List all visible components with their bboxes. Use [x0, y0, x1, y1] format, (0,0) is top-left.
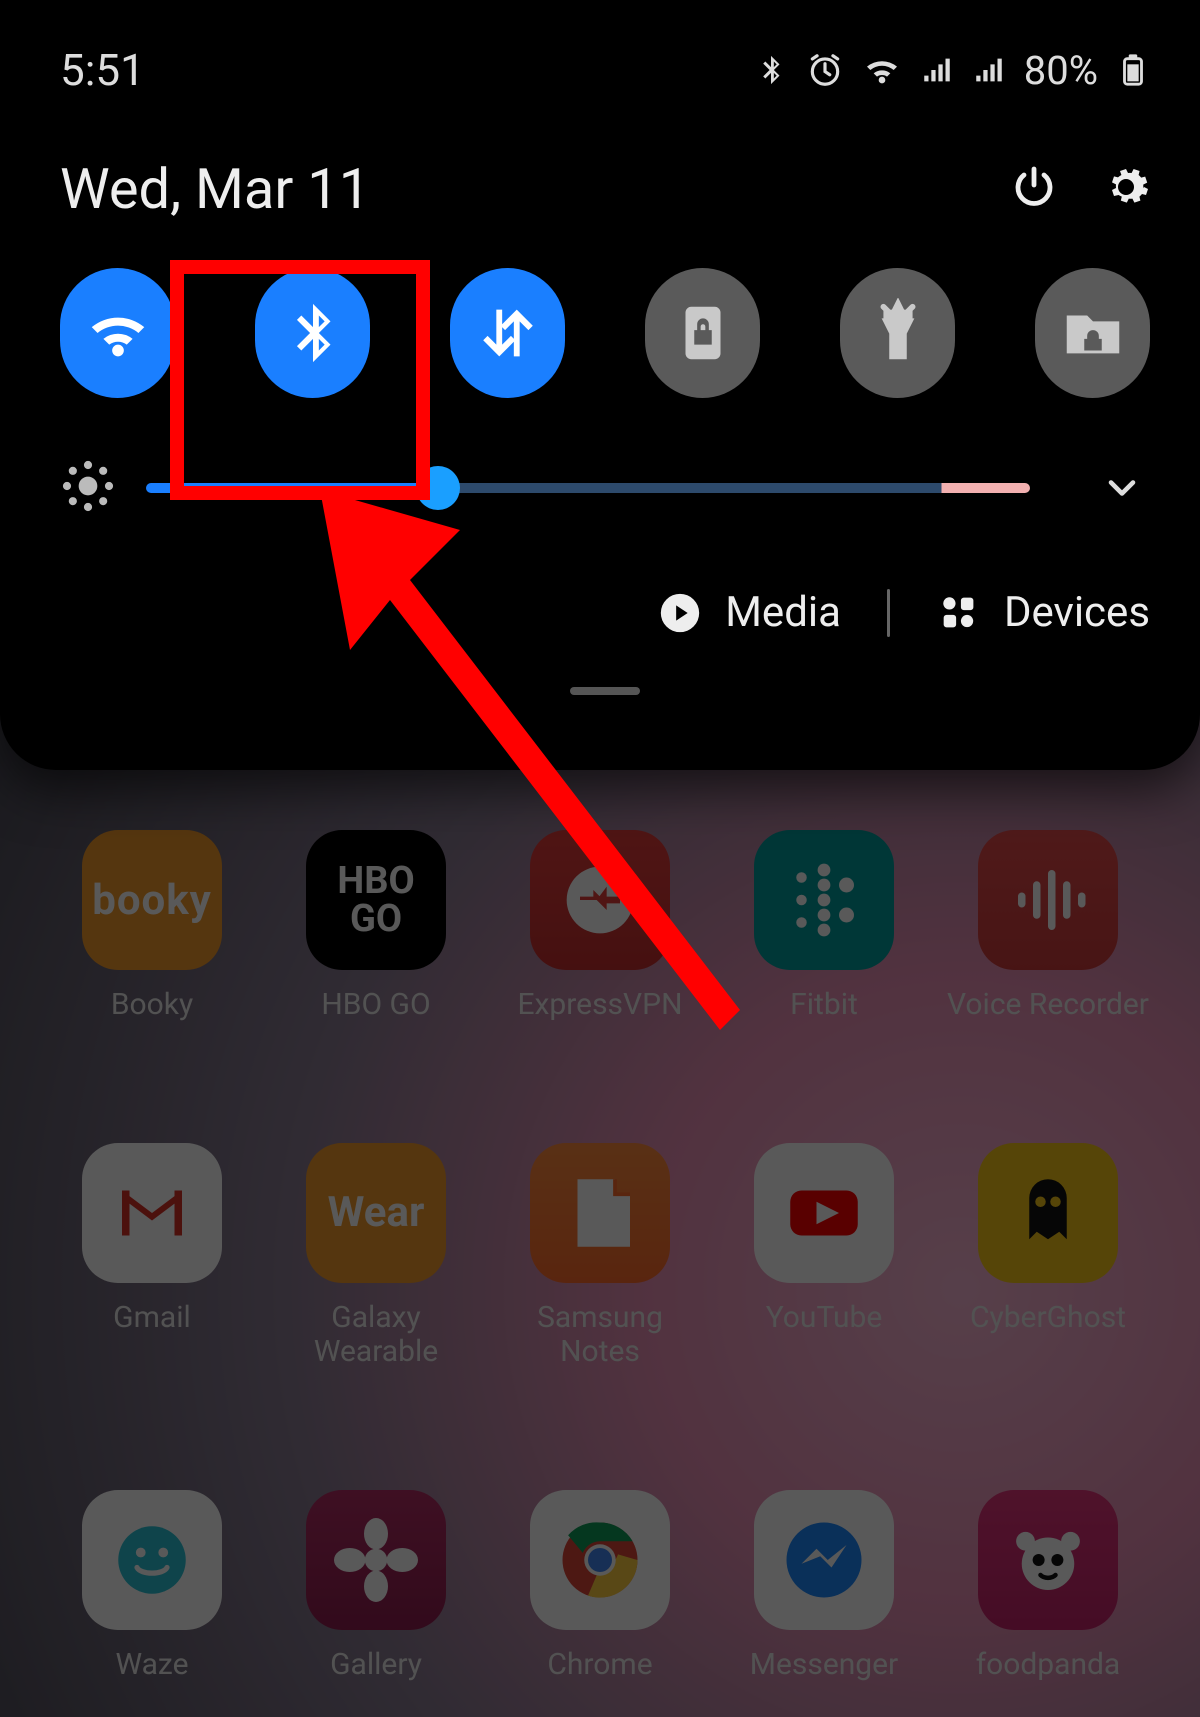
app-label: HBO GO: [321, 988, 430, 1023]
media-label: Media: [725, 588, 841, 637]
app-label: CyberGhost: [970, 1301, 1126, 1336]
app-label: Chrome: [547, 1648, 652, 1683]
booky-icon: booky: [82, 830, 222, 970]
app-label: Gallery: [330, 1648, 422, 1683]
date-text[interactable]: Wed, Mar 11: [60, 156, 370, 222]
wearable-icon: Wear: [306, 1143, 446, 1283]
hbogo-icon: HBOGO: [306, 830, 446, 970]
app-chrome[interactable]: Chrome: [488, 1490, 712, 1683]
app-grid: booky Booky HBOGO HBO GO ExpressVPN Fitb…: [0, 800, 1200, 1682]
flashlight-icon: [863, 298, 933, 368]
gmail-icon: [82, 1143, 222, 1283]
devices-label: Devices: [1004, 588, 1150, 637]
app-cyberghost[interactable]: CyberGhost: [936, 1143, 1160, 1370]
data-arrows-icon: [473, 298, 543, 368]
app-label: ExpressVPN: [518, 988, 683, 1023]
chevron-down-icon: [1100, 466, 1144, 510]
cyberghost-icon: [978, 1143, 1118, 1283]
power-icon: [1010, 163, 1058, 211]
app-foodpanda[interactable]: foodpanda: [936, 1490, 1160, 1683]
status-icons: 80%: [754, 47, 1150, 94]
grid-icon: [936, 590, 982, 636]
app-samsung-notes[interactable]: Samsung Notes: [488, 1143, 712, 1370]
app-label: YouTube: [766, 1301, 883, 1336]
wifi-toggle[interactable]: [60, 268, 175, 398]
settings-button[interactable]: [1102, 163, 1150, 215]
fitbit-icon: [754, 830, 894, 970]
rotation-lock-toggle[interactable]: [645, 268, 760, 398]
app-expressvpn[interactable]: ExpressVPN: [488, 830, 712, 1023]
app-label: Waze: [115, 1648, 188, 1683]
app-hbo-go[interactable]: HBOGO HBO GO: [264, 830, 488, 1023]
brightness-icon: [60, 458, 116, 518]
brightness-row: [60, 458, 1150, 518]
brightness-slider[interactable]: [146, 483, 1030, 493]
play-circle-icon: [657, 590, 703, 636]
app-voice-recorder[interactable]: Voice Recorder: [936, 830, 1160, 1023]
status-time: 5:51: [60, 44, 145, 96]
app-messenger[interactable]: Messenger: [712, 1490, 936, 1683]
app-youtube[interactable]: YouTube: [712, 1143, 936, 1370]
voice-recorder-icon: [978, 830, 1118, 970]
app-waze[interactable]: Waze: [40, 1490, 264, 1683]
battery-percent: 80%: [1024, 47, 1098, 94]
mobile-data-toggle[interactable]: [450, 268, 565, 398]
app-label: Samsung Notes: [495, 1301, 705, 1370]
bluetooth-status-icon: [754, 53, 788, 87]
secure-folder-toggle[interactable]: [1035, 268, 1150, 398]
signal1-status-icon: [920, 53, 954, 87]
app-label: foodpanda: [976, 1648, 1121, 1683]
app-booky[interactable]: booky Booky: [40, 830, 264, 1023]
quick-settings-panel: 5:51 80% Wed, Mar 11: [0, 0, 1200, 770]
app-gallery[interactable]: Gallery: [264, 1490, 488, 1683]
secure-folder-icon: [1058, 298, 1128, 368]
status-bar: 5:51 80%: [60, 30, 1150, 110]
app-gmail[interactable]: Gmail: [40, 1143, 264, 1370]
bluetooth-icon: [278, 298, 348, 368]
controls-row: Media Devices: [60, 588, 1150, 637]
bluetooth-toggle[interactable]: [255, 268, 370, 398]
chrome-icon: [530, 1490, 670, 1630]
panel-handle[interactable]: [570, 687, 640, 695]
app-label: Messenger: [750, 1648, 898, 1683]
quick-toggles: [60, 268, 1150, 398]
waze-icon: [82, 1490, 222, 1630]
flashlight-toggle[interactable]: [840, 268, 955, 398]
signal2-status-icon: [972, 53, 1006, 87]
devices-button[interactable]: Devices: [936, 588, 1150, 637]
messenger-icon: [754, 1490, 894, 1630]
app-fitbit[interactable]: Fitbit: [712, 830, 936, 1023]
brightness-thumb[interactable]: [416, 466, 460, 510]
app-label: Voice Recorder: [947, 988, 1149, 1023]
youtube-icon: [754, 1143, 894, 1283]
app-label: Booky: [111, 988, 193, 1023]
expressvpn-icon: [530, 830, 670, 970]
wifi-icon: [83, 298, 153, 368]
app-galaxy-wearable[interactable]: Wear Galaxy Wearable: [264, 1143, 488, 1370]
app-label: Fitbit: [790, 988, 858, 1023]
brightness-expand[interactable]: [1094, 460, 1150, 516]
wifi-status-icon: [862, 50, 902, 90]
rotation-lock-icon: [668, 298, 738, 368]
gear-icon: [1102, 163, 1150, 211]
media-button[interactable]: Media: [657, 588, 841, 637]
app-label: Galaxy Wearable: [271, 1301, 481, 1370]
alarm-status-icon: [806, 51, 844, 89]
foodpanda-icon: [978, 1490, 1118, 1630]
samsung-notes-icon: [530, 1143, 670, 1283]
app-label: Gmail: [113, 1301, 191, 1336]
power-button[interactable]: [1010, 163, 1058, 215]
gallery-icon: [306, 1490, 446, 1630]
divider: [887, 589, 890, 637]
battery-icon: [1116, 47, 1150, 93]
date-row: Wed, Mar 11: [60, 156, 1150, 222]
